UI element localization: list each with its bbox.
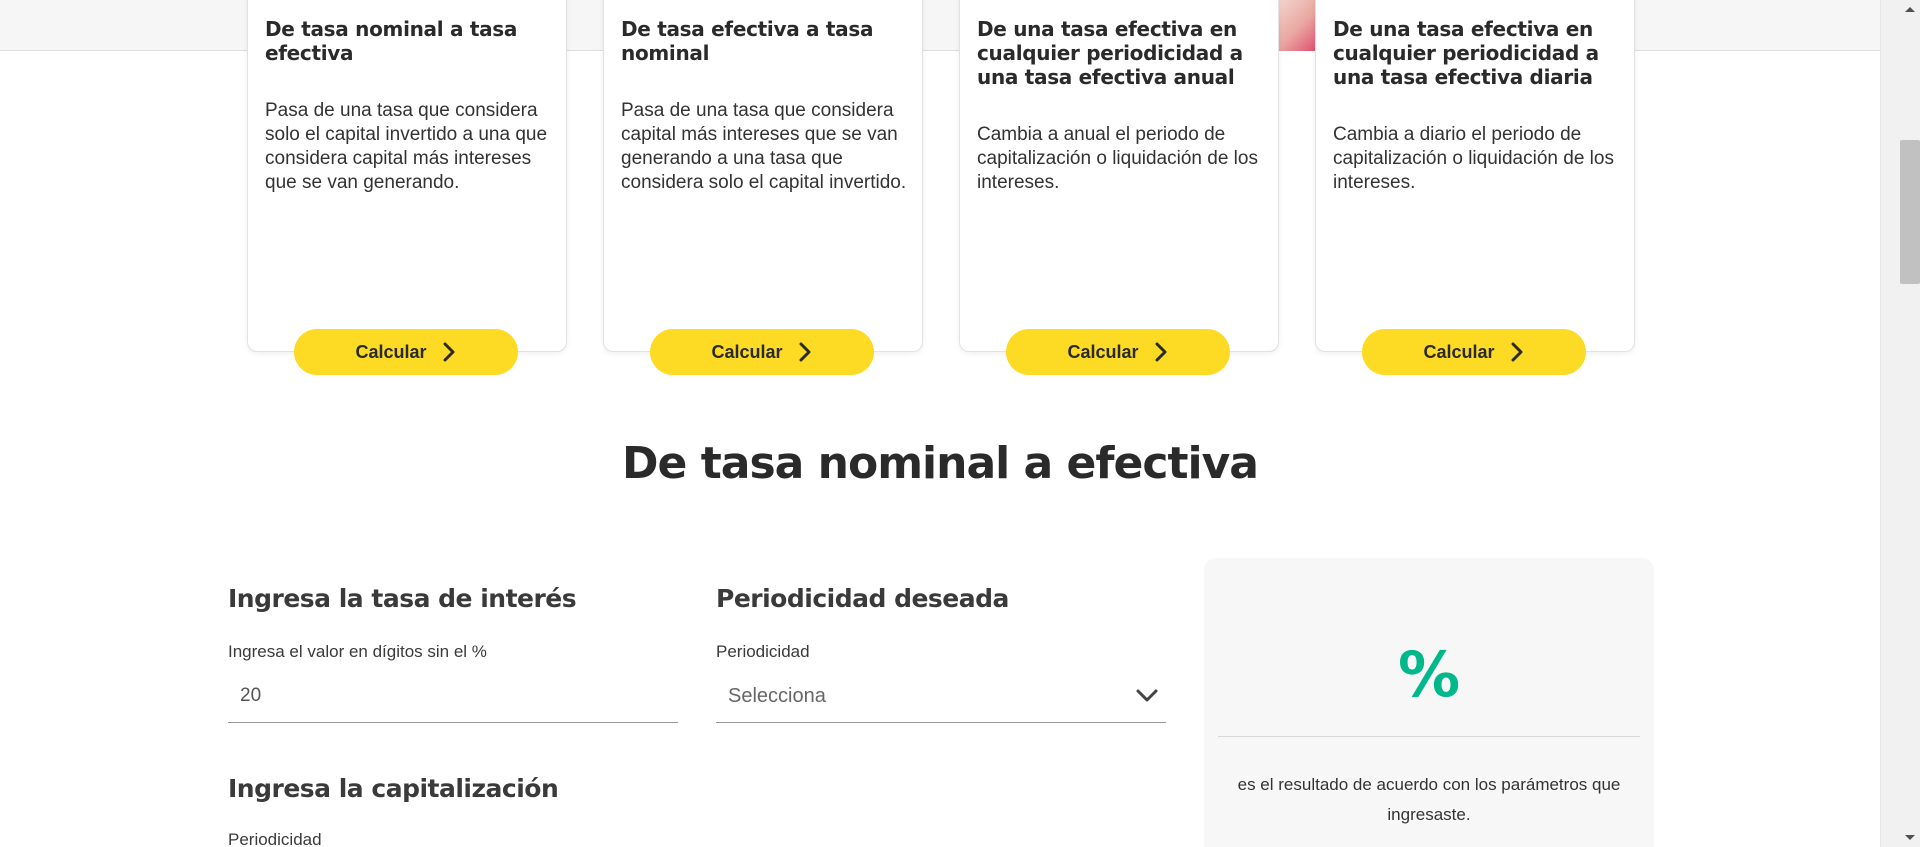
rate-heading: Ingresa la tasa de interés [228,584,577,613]
capitalization-heading: Ingresa la capitalización [228,774,559,803]
card-title: De tasa efectiva a tasa nominal [621,17,874,65]
chevron-right-icon [1155,342,1167,362]
card-description: Cambia a diario el periodo de capitaliza… [1333,124,1614,193]
chevron-right-icon [799,342,811,362]
card-title: De una tasa efectiva en cualquier period… [977,17,1243,89]
result-value: % [1397,638,1461,711]
button-label: Calcular [1067,341,1139,362]
card-title: De una tasa efectiva en cualquier period… [1333,17,1599,89]
period-heading: Periodicidad deseada [716,584,1009,613]
chevron-right-icon [1511,342,1523,362]
card-description: Pasa de una tasa que considera capital m… [621,100,907,193]
card-description: Pasa de una tasa que considera solo el c… [265,100,548,193]
capitalization-label: Periodicidad [228,830,322,847]
calculator-card-effective-to-annual: De una tasa efectiva en cualquier period… [959,0,1279,352]
calculator-card-effective-to-nominal: De tasa efectiva a tasa nominal Pasa de … [603,0,923,352]
scrollbar-thumb[interactable] [1900,140,1920,284]
period-select[interactable]: Selecciona [716,670,1166,723]
calculator-card-effective-to-daily: De una tasa efectiva en cualquier period… [1315,0,1635,352]
period-label: Periodicidad [716,642,810,661]
chevron-right-icon [443,342,455,362]
result-divider [1218,736,1640,737]
period-select-value: Selecciona [728,684,826,707]
card-image-thumbnail [1278,0,1316,51]
result-panel: % es el resultado de acuerdo con los par… [1204,558,1654,847]
rate-label: Ingresa el valor en dígitos sin el % [228,642,487,661]
scroll-down-arrow-icon[interactable] [1903,833,1917,843]
page-scrollbar[interactable] [1880,0,1920,847]
calculator-title: De tasa nominal a efectiva [622,438,1259,489]
card-description: Cambia a anual el periodo de capitalizac… [977,124,1258,193]
button-label: Calcular [355,341,427,362]
card-title: De tasa nominal a tasa efectiva [265,17,518,65]
scroll-up-arrow-icon[interactable] [1903,4,1917,14]
interest-rate-input[interactable] [228,670,678,723]
calculate-button-effective-to-annual[interactable]: Calcular [1006,329,1230,375]
calculate-button-effective-to-daily[interactable]: Calcular [1362,329,1586,375]
calculator-card-nominal-to-effective: De tasa nominal a tasa efectiva Pasa de … [247,0,567,352]
chevron-down-icon [1136,689,1158,702]
button-label: Calcular [711,341,783,362]
result-description: es el resultado de acuerdo con los parám… [1237,775,1621,824]
calculate-button-effective-to-nominal[interactable]: Calcular [650,329,874,375]
button-label: Calcular [1423,341,1495,362]
calculate-button-nominal-to-effective[interactable]: Calcular [294,329,518,375]
